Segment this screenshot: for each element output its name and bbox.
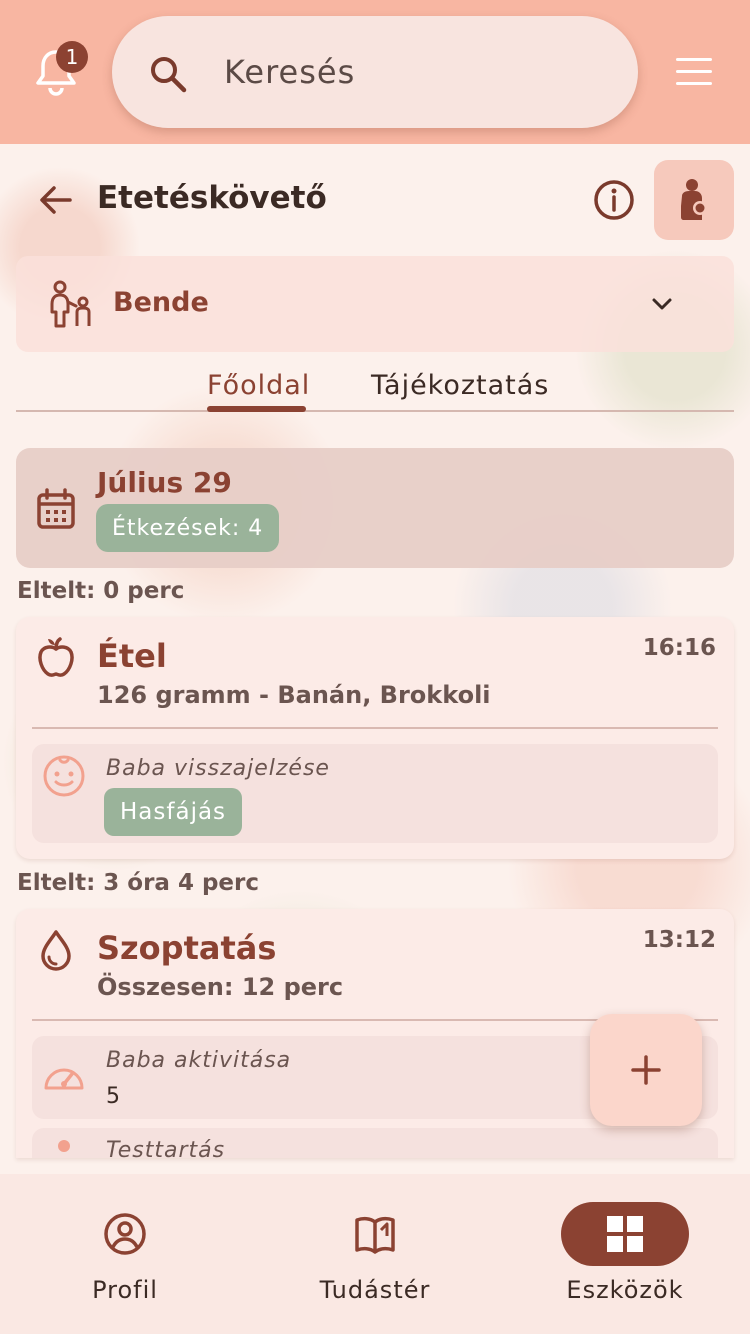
divider [32,727,718,729]
plus-icon [631,1055,661,1085]
entry-time: 16:16 [642,635,716,661]
search-bar[interactable] [112,16,638,128]
nav-label: Tudástér [319,1276,431,1304]
chevron-down-icon [652,298,672,310]
entry-time: 13:12 [642,927,716,953]
mother-baby-icon [681,179,707,220]
meals-count-badge: Étkezések: 4 [96,504,280,552]
feeding-entry-card[interactable]: Étel 126 gramm - Banán, Brokkoli 16:16 B… [16,617,734,859]
tab-home[interactable]: Főoldal [207,370,310,401]
date-label: Július 29 [97,466,232,499]
book-icon [355,1216,395,1254]
add-entry-button[interactable] [590,1014,702,1126]
feedback-label: Baba visszajelzése [106,756,330,781]
profile-icon [104,1213,146,1255]
active-tab-indicator [207,406,306,412]
nav-tools[interactable]: Eszközök [535,1202,715,1312]
nav-knowledge[interactable]: Tudástér [285,1202,465,1312]
search-input[interactable] [224,50,604,94]
baby-face-icon [43,755,85,797]
date-summary-card: Július 29 Étkezések: 4 [16,448,734,568]
nav-label: Eszközök [566,1276,684,1304]
nav-label: Profil [92,1276,158,1304]
notification-badge: 1 [56,41,88,73]
hamburger-menu-icon[interactable] [676,58,712,86]
activity-value: 5 [106,1084,120,1109]
posture-box: Testtartás [32,1128,718,1158]
entry-title: Szoptatás [97,929,277,967]
grid-icon [607,1216,643,1252]
child-name: Bende [113,287,209,318]
child-selector[interactable]: Bende [16,256,734,352]
info-icon[interactable] [592,178,636,222]
back-arrow-icon[interactable] [36,180,76,220]
entry-title: Étel [97,637,167,675]
person-icon [58,1140,70,1152]
gauge-icon [44,1068,84,1090]
page-title: Etetéskövető [97,180,327,216]
nav-profile[interactable]: Profil [35,1202,215,1312]
tab-information[interactable]: Tájékoztatás [371,370,549,401]
baby-feedback-box: Baba visszajelzése Hasfájás [32,744,718,843]
posture-label: Testtartás [106,1138,226,1158]
elapsed-time-label: Eltelt: 3 óra 4 perc [17,870,260,896]
apple-icon [38,637,74,677]
breastfeeding-mode-button[interactable] [654,160,734,240]
tab-bar: Főoldal Tájékoztatás [16,370,734,412]
calendar-icon [37,488,75,529]
parent-child-icon [50,280,91,328]
elapsed-time-label: Eltelt: 0 perc [17,578,185,604]
entry-subtitle: 126 gramm - Banán, Brokkoli [97,681,491,709]
drop-icon [41,930,71,971]
bottom-navigation: Profil Tudástér Eszközök [0,1174,750,1334]
feedback-chip: Hasfájás [104,788,243,836]
top-app-bar: 1 [0,0,750,144]
search-icon [151,57,187,93]
activity-label: Baba aktivitása [106,1048,292,1073]
entry-subtitle: Összesen: 12 perc [97,973,344,1001]
